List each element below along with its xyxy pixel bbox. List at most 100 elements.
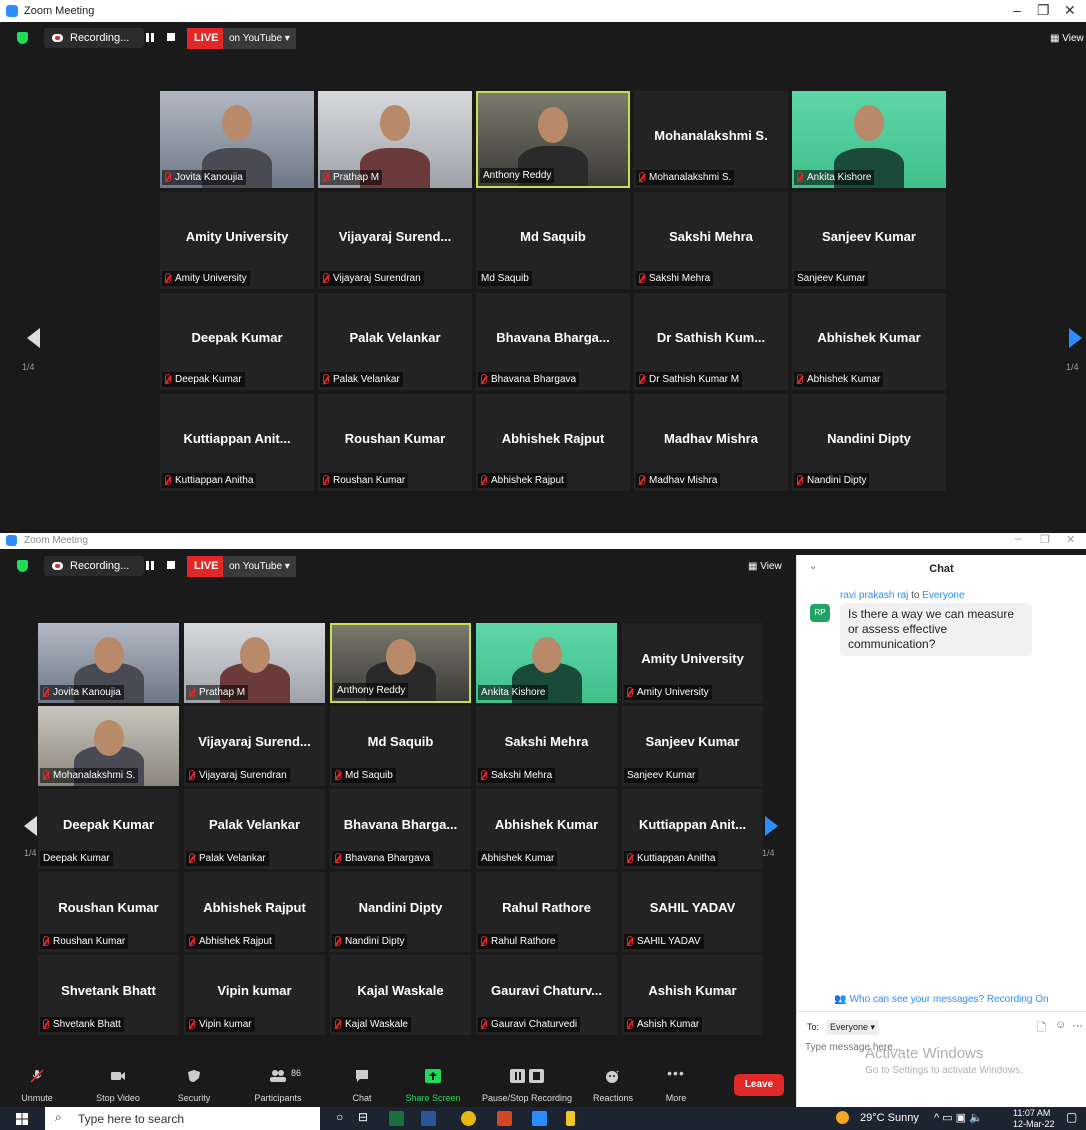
cortana-icon[interactable]: ○ — [336, 1110, 343, 1124]
participant-name: Sakshi Mehra — [491, 770, 553, 781]
youtube-dropdown[interactable]: on YouTube ▾ — [223, 28, 296, 49]
weather-label[interactable]: 29°C Sunny — [860, 1112, 919, 1124]
participant-display-name: Shvetank Bhatt — [61, 983, 156, 998]
minimize-icon[interactable]: – — [1013, 2, 1021, 18]
system-tray-icons[interactable]: ^ ▭ ▣ 🔈 — [934, 1111, 983, 1124]
participant-tile[interactable]: Bhavana Bharga... Bhavana Bhargava — [476, 293, 630, 390]
participant-tile[interactable]: Deepak Kumar Deepak Kumar — [160, 293, 314, 390]
participants-button[interactable]: 86 Participants — [243, 1063, 313, 1107]
minimize-icon[interactable]: – — [1015, 533, 1021, 545]
participant-tile[interactable]: Jovita Kanoujia — [38, 623, 179, 703]
recipient-dropdown[interactable]: Everyone ▾ — [826, 1020, 880, 1035]
participant-tile[interactable]: Ankita Kishore — [476, 623, 617, 703]
participant-tile[interactable]: Roushan Kumar Roushan Kumar — [38, 872, 179, 952]
unmute-button[interactable]: Unmute — [9, 1063, 65, 1107]
participant-tile[interactable]: Kajal Waskale Kajal Waskale — [330, 955, 471, 1035]
participant-tile[interactable]: Shvetank Bhatt Shvetank Bhatt — [38, 955, 179, 1035]
clock-time[interactable]: 11:07 AM — [1013, 1108, 1050, 1118]
participant-tile[interactable]: Amity University Amity University — [160, 192, 314, 289]
view-button[interactable]: ▦ View — [1050, 33, 1084, 44]
emoji-icon[interactable]: ☺ — [1055, 1019, 1066, 1031]
participant-tile[interactable]: Nandini Dipty Nandini Dipty — [792, 394, 946, 491]
participant-tile[interactable]: Kuttiappan Anit... Kuttiappan Anitha — [622, 789, 763, 869]
stop-icon[interactable] — [167, 561, 175, 569]
next-page-icon[interactable] — [765, 816, 778, 836]
view-button[interactable]: ▦ View — [748, 561, 782, 572]
participant-tile[interactable]: SAHIL YADAV SAHIL YADAV — [622, 872, 763, 952]
close-icon[interactable]: ✕ — [1064, 2, 1076, 19]
participant-tile[interactable]: Abhishek Kumar Abhishek Kumar — [792, 293, 946, 390]
youtube-dropdown[interactable]: on YouTube ▾ — [223, 556, 296, 577]
participant-tile[interactable]: Kuttiappan Anit... Kuttiappan Anitha — [160, 394, 314, 491]
security-button[interactable]: Security — [159, 1063, 229, 1107]
participant-tile[interactable]: Jovita Kanoujia — [160, 91, 314, 188]
live-badge[interactable]: LIVE — [187, 556, 226, 577]
participant-tile[interactable]: Palak Velankar Palak Velankar — [184, 789, 325, 869]
participant-tile[interactable]: Prathap M — [184, 623, 325, 703]
participant-tile[interactable]: Prathap M — [318, 91, 472, 188]
pause-icon[interactable] — [146, 33, 154, 42]
participant-tile[interactable]: Palak Velankar Palak Velankar — [318, 293, 472, 390]
participant-tile[interactable]: Bhavana Bharga... Bhavana Bhargava — [330, 789, 471, 869]
participant-tile[interactable]: Vijayaraj Surend... Vijayaraj Surendran — [318, 192, 472, 289]
privacy-notice[interactable]: 👥 Who can see your messages? Recording O… — [797, 994, 1086, 1012]
notification-icon[interactable]: ▢ — [1066, 1110, 1077, 1124]
pause-icon[interactable] — [146, 561, 154, 570]
participant-tile[interactable]: Anthony Reddy — [476, 91, 630, 188]
prev-page-icon[interactable] — [24, 816, 37, 836]
restore-icon[interactable]: ❐ — [1037, 2, 1050, 19]
participant-tile[interactable]: Vipin kumar Vipin kumar — [184, 955, 325, 1035]
participant-tile[interactable]: Madhav Mishra Madhav Mishra — [634, 394, 788, 491]
participant-tile[interactable]: Ashish Kumar Ashish Kumar — [622, 955, 763, 1035]
more-button[interactable]: ••• More — [641, 1063, 711, 1107]
next-page-icon[interactable] — [1069, 328, 1082, 348]
participant-tile[interactable]: Nandini Dipty Nandini Dipty — [330, 872, 471, 952]
sender-name[interactable]: ravi prakash raj — [840, 590, 908, 601]
participant-tile[interactable]: Sakshi Mehra Sakshi Mehra — [476, 706, 617, 786]
more-options-icon[interactable]: ⋯ — [1072, 1019, 1083, 1032]
reactions-button[interactable]: + Reactions — [578, 1063, 648, 1107]
participant-tile[interactable]: Mohanalakshmi S. Mohanalakshmi S. — [634, 91, 788, 188]
participant-tile[interactable]: Md Saquib Md Saquib — [330, 706, 471, 786]
share-screen-button[interactable]: Share Screen — [398, 1063, 468, 1107]
windows-start-icon[interactable] — [16, 1113, 28, 1125]
zoom-taskbar-icon[interactable] — [532, 1111, 547, 1126]
participant-tile[interactable]: Dr Sathish Kum... Dr Sathish Kumar M — [634, 293, 788, 390]
participant-tile[interactable]: Abhishek Rajput Abhishek Rajput — [184, 872, 325, 952]
stop-video-button[interactable]: Stop Video — [83, 1063, 153, 1107]
participant-tile[interactable]: Sakshi Mehra Sakshi Mehra — [634, 192, 788, 289]
leave-button[interactable]: Leave — [734, 1074, 784, 1096]
chrome-icon[interactable] — [461, 1111, 476, 1126]
participant-tile[interactable]: Sanjeev Kumar Sanjeev Kumar — [622, 706, 763, 786]
stop-icon[interactable] — [167, 33, 175, 41]
participant-tile[interactable]: Vijayaraj Surend... Vijayaraj Surendran — [184, 706, 325, 786]
participant-tile[interactable]: Amity University Amity University — [622, 623, 763, 703]
restore-icon[interactable]: ❐ — [1040, 533, 1050, 546]
participant-tile[interactable]: Gauravi Chaturv... Gauravi Chaturvedi — [476, 955, 617, 1035]
participant-tile[interactable]: Mohanalakshmi S. — [38, 706, 179, 786]
participant-tile[interactable]: Sanjeev Kumar Sanjeev Kumar — [792, 192, 946, 289]
participant-tile[interactable]: Rahul Rathore Rahul Rathore — [476, 872, 617, 952]
participant-tile[interactable]: Md Saquib Md Saquib — [476, 192, 630, 289]
shield-icon[interactable] — [17, 32, 28, 44]
pause-stop-recording-button[interactable]: Pause/Stop Recording — [478, 1063, 576, 1107]
excel-icon[interactable] — [389, 1111, 404, 1126]
participant-tile[interactable]: Anthony Reddy — [330, 623, 471, 703]
file-icon[interactable]: 🗋 — [1037, 1019, 1046, 1038]
chat-button[interactable]: Chat — [327, 1063, 397, 1107]
powerpoint-icon[interactable] — [497, 1111, 512, 1126]
participant-tile[interactable]: Abhishek Rajput Abhishek Rajput — [476, 394, 630, 491]
word-icon[interactable] — [421, 1111, 436, 1126]
participant-tile[interactable]: Abhishek Kumar Abhishek Kumar — [476, 789, 617, 869]
taskbar-search-box[interactable]: ⌕ Type here to search — [45, 1107, 320, 1130]
participant-tile[interactable]: Deepak Kumar Deepak Kumar — [38, 789, 179, 869]
close-icon[interactable]: ✕ — [1066, 533, 1075, 546]
shield-icon[interactable] — [17, 560, 28, 572]
task-view-icon[interactable]: ⊟ — [358, 1110, 368, 1124]
sticky-notes-icon[interactable] — [566, 1111, 575, 1126]
participant-tile[interactable]: Ankita Kishore — [792, 91, 946, 188]
participant-tile[interactable]: Roushan Kumar Roushan Kumar — [318, 394, 472, 491]
clock-date[interactable]: 12-Mar-22 — [1013, 1119, 1055, 1129]
prev-page-icon[interactable] — [27, 328, 40, 348]
live-badge[interactable]: LIVE — [187, 28, 226, 49]
